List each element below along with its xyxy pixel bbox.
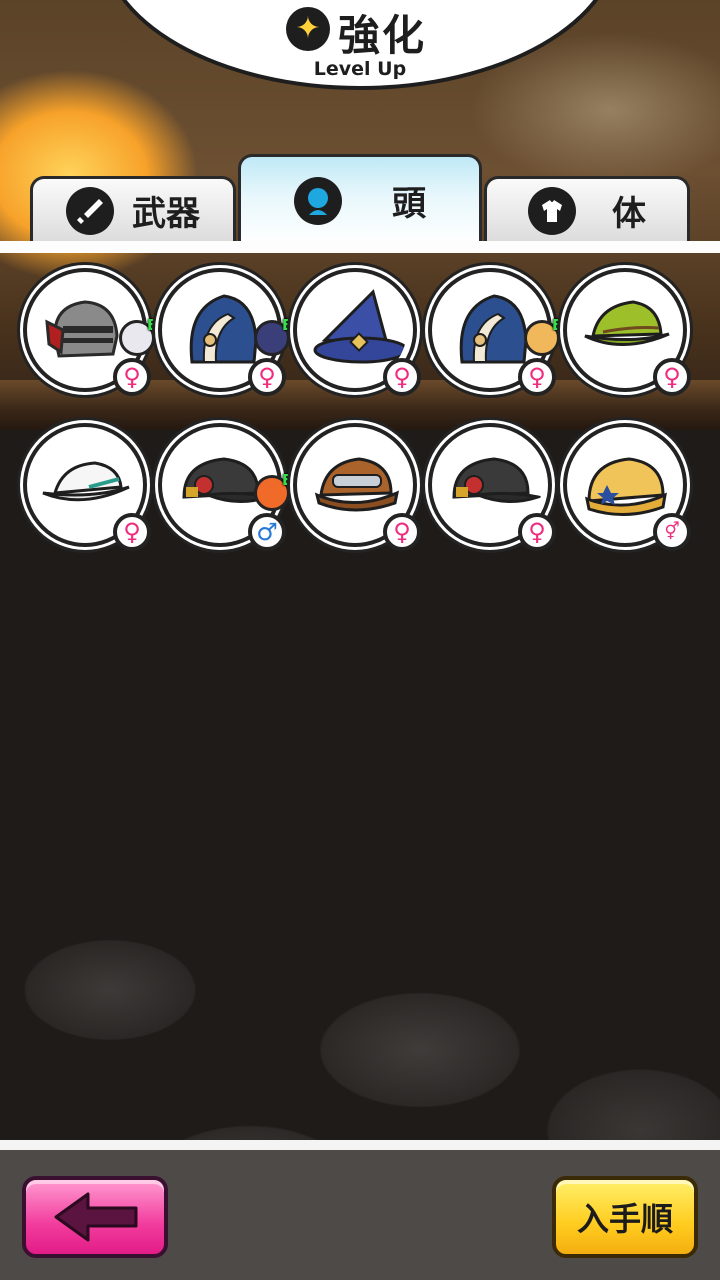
tab-head[interactable]: 頭 (238, 154, 482, 244)
equipment-item-blue-hood[interactable]: E ♀ (158, 268, 292, 396)
head-icon (294, 176, 342, 225)
sparkle-icon: ✦ (286, 7, 330, 51)
equipment-item-knight-helmet[interactable]: E ♀ (23, 268, 157, 396)
header-title-area: ✦ 強化 Level Up (0, 0, 720, 90)
tab-body-label: 体 (612, 194, 646, 234)
page-subtitle: Level Up (313, 58, 407, 80)
panel-top-border (0, 241, 720, 253)
equipment-item-green-hat[interactable]: ♀ (563, 268, 691, 396)
male-icon: ♂ (248, 513, 286, 551)
equipped-badge: E (282, 316, 293, 334)
back-button[interactable] (22, 1176, 168, 1258)
female-icon: ♀ (383, 513, 421, 551)
sort-button[interactable]: 入手順 (552, 1176, 698, 1258)
sort-button-label: 入手順 (576, 1200, 673, 1238)
tab-head-label: 頭 (392, 184, 426, 224)
tab-body[interactable]: 体 (484, 176, 690, 242)
female-icon: ♀ (248, 358, 286, 396)
page-title: 強化 (338, 11, 427, 60)
equipment-item-brown-goggle-cap[interactable]: ♀ (293, 423, 421, 551)
female-icon: ♀ (113, 358, 151, 396)
female-icon: ♀ (518, 358, 556, 396)
equipment-item-white-cap[interactable]: ♀ (23, 423, 151, 551)
unisex-icon: ⚥ (653, 513, 691, 551)
female-icon: ♀ (518, 513, 556, 551)
equipped-badge: E (282, 471, 293, 489)
female-icon: ♀ (113, 513, 151, 551)
equipment-item-yellow-knit-hat[interactable]: ⚥ (563, 423, 691, 551)
equipment-item-black-cap[interactable]: E ♂ (158, 423, 292, 551)
equipped-badge: E (147, 316, 158, 334)
left-arrow-icon (54, 1192, 138, 1242)
equipment-item-wizard-hat[interactable]: ♀ (293, 268, 421, 396)
female-icon: ♀ (653, 358, 691, 396)
bottom-divider (0, 1140, 720, 1150)
sword-icon (66, 186, 114, 235)
equipped-badge: E (552, 316, 563, 334)
tab-weapon-label: 武器 (132, 194, 200, 234)
equipment-item-blue-hood[interactable]: E ♀ (428, 268, 562, 396)
equipment-item-black-cap[interactable]: ♀ (428, 423, 556, 551)
tab-weapon[interactable]: 武器 (30, 176, 236, 242)
shirt-icon (528, 186, 576, 235)
female-icon: ♀ (383, 358, 421, 396)
